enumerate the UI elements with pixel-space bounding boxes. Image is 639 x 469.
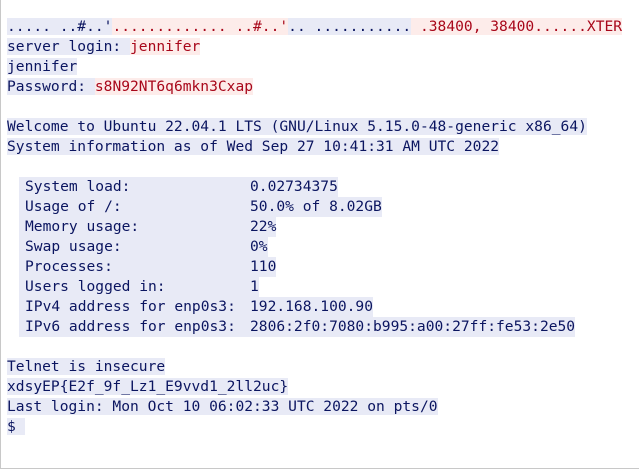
stat-value: 0%	[250, 238, 268, 255]
stat-value: 22%	[250, 218, 277, 235]
telnet-warning-line: Telnet is insecure	[7, 357, 166, 377]
terminal-top-line: ..... ..#..'............. ..#..'.. .....…	[7, 17, 623, 37]
password-line: Password: s8N92NT6q6mkn3Cxap	[7, 77, 254, 97]
telnet-warning-text: Telnet is insecure	[7, 358, 166, 375]
prompt-line[interactable]: $	[7, 417, 25, 437]
server-login-label: server login:	[7, 38, 131, 55]
stat-label: Usage of /:	[25, 198, 122, 215]
stat-label: Processes:	[25, 258, 113, 275]
shell-prompt[interactable]: $	[7, 418, 25, 435]
stat-label: IPv4 address for enp0s3:	[25, 298, 236, 315]
welcome-text: Welcome to Ubuntu 22.04.1 LTS (GNU/Linux…	[7, 118, 587, 135]
stat-value: 50.0% of 8.02GB	[250, 198, 382, 215]
last-login-line: Last login: Mon Oct 10 06:02:33 UTC 2022…	[7, 397, 438, 417]
system-info-line: System information as of Wed Sep 27 10:4…	[7, 137, 500, 157]
stat-value: 110	[250, 258, 277, 275]
stat-value: 192.168.100.90	[250, 298, 374, 315]
stat-label: System load:	[25, 178, 131, 195]
welcome-line: Welcome to Ubuntu 22.04.1 LTS (GNU/Linux…	[7, 117, 587, 137]
echo-user-line: jennifer	[7, 57, 78, 77]
last-login-text: Last login: Mon Oct 10 06:02:33 UTC 2022…	[7, 398, 438, 415]
top-line-mid-red: ............. ..#..'	[112, 18, 289, 35]
stat-value: 2806:2f0:7080:b995:a00:27ff:fe53:2e50	[250, 318, 576, 335]
top-line-left: ..... ..#..'	[7, 18, 113, 35]
password-value: s8N92NT6q6mkn3Cxap	[94, 78, 254, 95]
stat-label: Swap usage:	[25, 238, 122, 255]
server-login-value: jennifer	[130, 38, 201, 55]
top-line-mid: .. ...........	[288, 18, 412, 35]
stat-value: 1	[250, 278, 259, 295]
system-info-text: System information as of Wed Sep 27 10:4…	[7, 138, 500, 155]
top-line-right-red: .38400, 38400......XTER	[411, 18, 623, 35]
stat-label: Memory usage:	[25, 218, 140, 235]
stat-value: 0.02734375	[250, 178, 338, 195]
stat-label: IPv6 address for enp0s3:	[25, 318, 236, 335]
flag-line: xdsyEP{E2f_9f_Lz1_E9vvd1_2ll2uc}	[7, 377, 289, 397]
echo-user: jennifer	[7, 58, 78, 75]
flag-text: xdsyEP{E2f_9f_Lz1_E9vvd1_2ll2uc}	[7, 378, 289, 395]
password-label: Password:	[7, 78, 95, 95]
stat-label: Users logged in:	[25, 278, 166, 295]
terminal-window[interactable]: ..... ..#..'............. ..#..'.. .....…	[0, 0, 639, 469]
server-login-line: server login: jennifer	[7, 37, 201, 57]
